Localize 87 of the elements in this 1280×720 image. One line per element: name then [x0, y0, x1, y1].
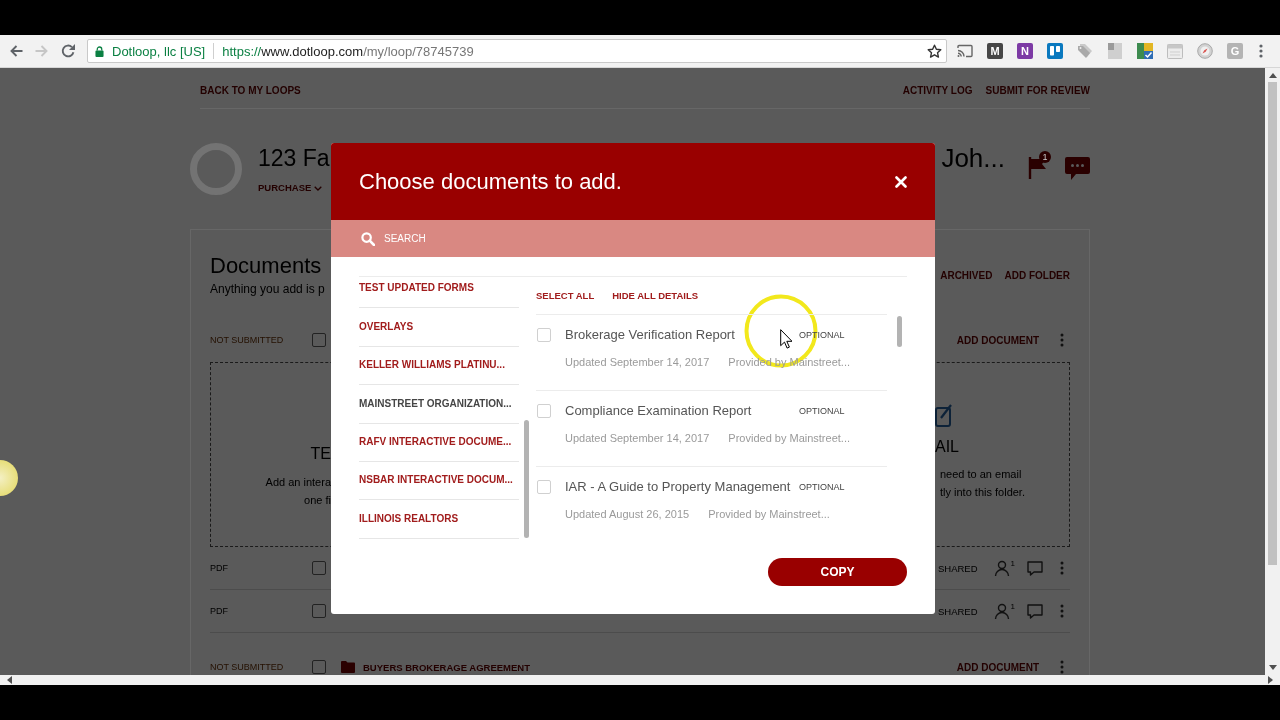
bookmark-star-icon[interactable] — [927, 43, 942, 59]
more-icon[interactable] — [1060, 660, 1064, 674]
close-icon[interactable] — [895, 175, 907, 188]
file-type-label: PDF — [210, 563, 229, 573]
back-icon[interactable] — [8, 43, 24, 59]
person-icon[interactable] — [993, 560, 1010, 576]
document-title: Compliance Examination Report — [565, 404, 752, 418]
letter-tile-icon[interactable]: N — [1017, 43, 1033, 59]
status-label: NOT SUBMITTED — [210, 335, 285, 345]
share-count: 1 — [1010, 602, 1015, 611]
board-icon[interactable] — [1047, 43, 1063, 59]
checkbox[interactable] — [312, 333, 326, 347]
option-description: tly into this folder. — [940, 485, 1025, 500]
caret-icon — [314, 185, 323, 191]
document-title: IAR - A Guide to Property Management — [565, 480, 791, 494]
document-title: Brokerage Verification Report — [565, 328, 735, 342]
source-item[interactable]: MAINSTREET ORGANIZATION... — [359, 385, 519, 424]
site-identity: Dotloop, llc [US] — [112, 43, 206, 59]
option-description: one fi — [304, 493, 331, 508]
comment-icon[interactable] — [1027, 603, 1043, 619]
scroll-down-icon[interactable] — [1268, 665, 1277, 670]
folder-icon — [341, 661, 355, 673]
option-description: need to an email — [940, 467, 1022, 482]
reload-icon[interactable] — [60, 43, 76, 59]
share-count: 1 — [1010, 559, 1015, 568]
chat-icon[interactable] — [1065, 157, 1090, 180]
panel-icon[interactable] — [1107, 43, 1123, 59]
checkbox[interactable] — [312, 604, 326, 618]
scrollbar-thumb[interactable] — [524, 420, 529, 538]
source-item[interactable]: OVERLAYS — [359, 308, 519, 347]
scroll-left-icon[interactable] — [7, 676, 12, 684]
lock-icon — [95, 45, 104, 57]
notification-count: 1 — [1039, 151, 1051, 163]
option-title: TE — [310, 444, 331, 464]
search-icon — [361, 231, 375, 246]
calendar-icon[interactable] — [1167, 43, 1183, 59]
optional-label: OPTIONAL — [799, 482, 845, 492]
modal-title: Choose documents to add. — [359, 168, 622, 195]
sharing-status: SHARED — [937, 605, 978, 617]
sharing-status: SHARED — [937, 562, 978, 574]
updated-date: Updated September 14, 2017 — [565, 355, 710, 369]
source-item[interactable]: TEST UPDATED FORMS — [359, 277, 519, 309]
source-item[interactable]: RAFV INTERACTIVE DOCUME... — [359, 423, 519, 462]
avatar-icon — [190, 143, 242, 195]
updated-date: Updated August 26, 2015 — [565, 507, 690, 521]
copy-button[interactable]: COPY — [768, 558, 907, 586]
checkbox[interactable] — [312, 561, 326, 575]
status-label: NOT SUBMITTED — [210, 662, 285, 672]
sheet-icon[interactable] — [1137, 43, 1153, 59]
section-heading: Documents — [210, 253, 323, 279]
tag-icon[interactable] — [1077, 43, 1093, 59]
compose-icon[interactable] — [935, 403, 952, 427]
more-icon[interactable] — [1060, 561, 1064, 575]
source-item[interactable]: ILLINOIS REALTORS — [359, 500, 519, 539]
scrollbar-thumb[interactable] — [897, 316, 902, 347]
option-description: Add an intera — [265, 475, 331, 490]
updated-date: Updated September 14, 2017 — [565, 431, 710, 445]
scrollbar-thumb[interactable] — [1268, 82, 1277, 565]
action-link[interactable]: HIDE ALL DETAILS — [612, 290, 699, 301]
letter-tile-icon[interactable]: M — [987, 43, 1003, 59]
scroll-up-icon[interactable] — [1268, 73, 1277, 78]
compass-icon[interactable] — [1197, 43, 1213, 59]
source-item[interactable]: NSBAR INTERACTIVE DOCUM... — [359, 461, 519, 501]
flag-icon[interactable] — [1028, 155, 1048, 179]
search-field[interactable]: SEARCH — [331, 220, 935, 257]
menu-icon[interactable] — [1259, 44, 1263, 58]
section-subtitle: Anything you add is p — [210, 281, 325, 297]
address-bar[interactable]: Dotloop, llc [US] https://www.dotloop.com/my/loop/78745739 — [87, 39, 947, 63]
optional-label: OPTIONAL — [799, 406, 846, 416]
comment-icon[interactable] — [1027, 560, 1043, 576]
source-item[interactable]: KELLER WILLIAMS PLATINU... — [359, 346, 519, 386]
more-icon[interactable] — [1060, 604, 1064, 618]
more-icon[interactable] — [1060, 333, 1064, 347]
loop-title: Joh... — [941, 143, 1005, 173]
search-input[interactable]: SEARCH — [384, 227, 907, 250]
file-type-label: PDF — [210, 606, 229, 616]
loop-title: 123 Fa — [258, 144, 330, 173]
option-title: AIL — [935, 437, 959, 457]
provider-text: Provided by Mainstreet... — [728, 431, 850, 445]
person-icon[interactable] — [993, 603, 1010, 619]
provider-text: Provided by Mainstreet... — [708, 507, 830, 521]
scroll-right-icon[interactable] — [1268, 676, 1273, 684]
url-text: https://www.dotloop.com/my/loop/78745739 — [222, 43, 474, 59]
cast-icon[interactable] — [957, 43, 973, 59]
checkbox[interactable] — [312, 660, 326, 674]
action-link[interactable]: SELECT ALL — [536, 290, 595, 301]
pointer-cursor-icon — [780, 329, 792, 349]
